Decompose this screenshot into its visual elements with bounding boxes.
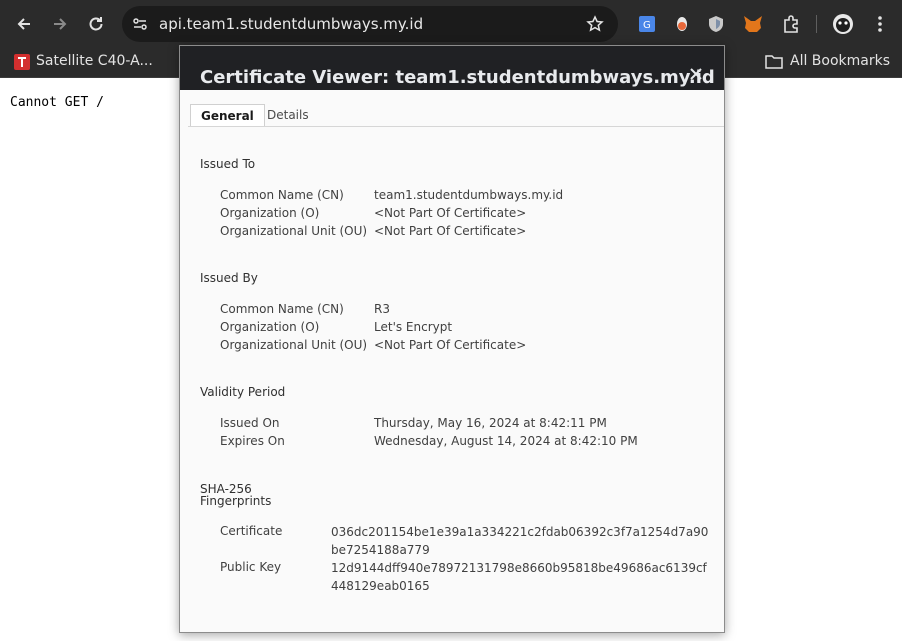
- dialog-header: Certificate Viewer: team1.studentdumbway…: [180, 46, 724, 90]
- field-value: <Not Part Of Certificate>: [374, 206, 527, 220]
- field-value: Let's Encrypt: [374, 320, 453, 334]
- field-label: Public Key: [220, 560, 282, 574]
- field-label: Expires On: [220, 434, 285, 448]
- field-value: <Not Part Of Certificate>: [374, 338, 527, 352]
- all-bookmarks[interactable]: All Bookmarks: [790, 53, 890, 69]
- svg-text:G: G: [643, 20, 651, 31]
- avatar-icon: [833, 14, 853, 34]
- fox-icon: [744, 16, 762, 32]
- capsule-icon: [677, 17, 687, 31]
- profile-avatar[interactable]: [832, 13, 854, 35]
- forward-arrow-icon: [54, 18, 67, 30]
- dialog-title: Certificate Viewer: team1.studentdumbway…: [200, 67, 715, 88]
- page-error-text: Cannot GET /: [10, 95, 104, 110]
- bookmark-star-icon[interactable]: [586, 15, 604, 33]
- field-label: Organization (O): [220, 206, 320, 220]
- field-label: Common Name (CN): [220, 302, 344, 316]
- field-label: Certificate: [220, 524, 283, 538]
- shield-icon: [709, 16, 723, 32]
- close-icon[interactable]: [688, 66, 704, 82]
- translate-icon: G: [639, 16, 655, 32]
- fingerprint-value: 036dc201154be1e39a1a334221c2fdab06392c3f…: [331, 525, 709, 557]
- kebab-menu-icon: [878, 16, 882, 32]
- issued-by-heading: Issued By: [200, 271, 258, 285]
- issued-to-heading: Issued To: [200, 157, 256, 171]
- reload-button[interactable]: [84, 12, 108, 36]
- url-text[interactable]: api.team1.studentdumbways.my.id: [159, 15, 423, 33]
- field-value: R3: [374, 302, 390, 316]
- folder-icon: [765, 55, 783, 69]
- field-label: Organizational Unit (OU): [220, 224, 368, 238]
- field-value: team1.studentdumbways.my.id: [374, 188, 564, 202]
- validity-heading: Validity Period: [200, 385, 286, 399]
- field-value: Wednesday, August 14, 2024 at 8:42:10 PM: [374, 434, 638, 448]
- back-arrow-icon: [17, 18, 30, 30]
- extensions-button[interactable]: [780, 13, 802, 35]
- fingerprint-value: 12d9144dff940e78972131798e8660b95818be49…: [331, 561, 707, 593]
- back-button[interactable]: [12, 12, 36, 36]
- tab-strip: General Details: [180, 104, 724, 127]
- tab-divider: [188, 126, 724, 127]
- field-label: Issued On: [220, 416, 280, 430]
- extension-orange[interactable]: [671, 13, 693, 35]
- field-value: <Not Part Of Certificate>: [374, 224, 527, 238]
- address-bar[interactable]: api.team1.studentdumbways.my.id: [122, 6, 618, 42]
- bookmark-favicon-icon: [14, 54, 30, 70]
- tab-details[interactable]: Details: [257, 104, 319, 127]
- google-translate-extension[interactable]: G: [636, 13, 658, 35]
- field-label: Organization (O): [220, 320, 320, 334]
- site-info-icon[interactable]: [132, 16, 148, 32]
- menu-button[interactable]: [869, 13, 891, 35]
- fingerprints-heading-line2: Fingerprints: [200, 494, 272, 508]
- tab-general[interactable]: General: [190, 104, 265, 127]
- field-value: Thursday, May 16, 2024 at 8:42:11 PM: [374, 416, 607, 430]
- bookmark-satellite[interactable]: Satellite C40-A...: [36, 53, 153, 69]
- metamask-extension[interactable]: [742, 13, 764, 35]
- certificate-viewer-dialog: Certificate Viewer: team1.studentdumbway…: [179, 45, 725, 633]
- extension-shield[interactable]: [705, 13, 727, 35]
- reload-icon: [89, 17, 103, 31]
- puzzle-icon: [784, 15, 798, 33]
- field-label: Common Name (CN): [220, 188, 344, 202]
- field-label: Organizational Unit (OU): [220, 338, 368, 352]
- browser-toolbar: api.team1.studentdumbways.my.id G: [0, 0, 902, 48]
- toolbar-divider: [816, 15, 817, 33]
- forward-button[interactable]: [48, 12, 72, 36]
